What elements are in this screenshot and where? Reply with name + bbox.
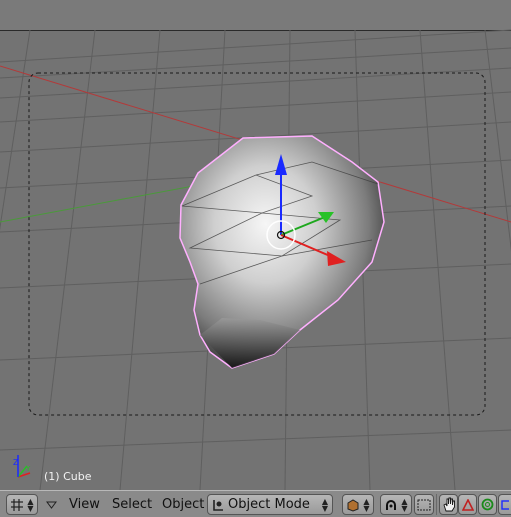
editor-type-selector[interactable]: ▲ ▼ [6,494,38,515]
solid-draw-icon [347,498,358,512]
3d-viewport[interactable]: Z Y (1) Cube [0,0,511,490]
pivot-icon [385,499,396,510]
pivot-selector[interactable]: ▲ ▼ [380,494,412,515]
hand-icon [442,497,455,512]
scale-manipulator-button[interactable] [498,494,511,515]
menu-collapse-toggle[interactable] [44,494,58,515]
object-menu[interactable]: Object [160,494,206,515]
layers-selector[interactable] [414,494,434,515]
updown-icon: ▲ ▼ [401,496,408,513]
updown-icon: ▲ ▼ [363,496,370,513]
grid-icon [10,498,23,511]
rotate-manipulator-button[interactable] [478,494,497,515]
svg-text:Z: Z [13,458,19,467]
viewport-canvas[interactable]: Z Y [0,0,511,490]
3d-view-header: ▲ ▼ View Select Object Object Mode ▲ ▼ ▲ ▼ … [0,490,511,517]
scale-icon [501,499,509,510]
select-menu[interactable]: Select [110,494,154,515]
mode-selector[interactable]: Object Mode ▲ ▼ [207,494,333,515]
draw-type-selector[interactable]: ▲ ▼ [342,494,374,515]
object-mode-icon [213,499,223,511]
view-axis-gizmo: Z Y [13,455,31,478]
mode-selector-label: Object Mode [228,497,310,512]
rotate-icon [481,498,494,511]
layers-icon [417,499,431,510]
view-menu[interactable]: View [67,494,102,515]
translate-icon [461,498,474,511]
updown-icon: ▲ ▼ [27,496,34,513]
updown-icon: ▲ ▼ [321,496,329,513]
translate-manipulator-button[interactable] [458,494,477,515]
triangle-down-icon [45,501,57,509]
active-object-label: (1) Cube [44,470,92,483]
manipulator-toggle[interactable] [439,494,458,515]
svg-text:Y: Y [25,465,31,473]
toolbar-separator [436,494,437,515]
